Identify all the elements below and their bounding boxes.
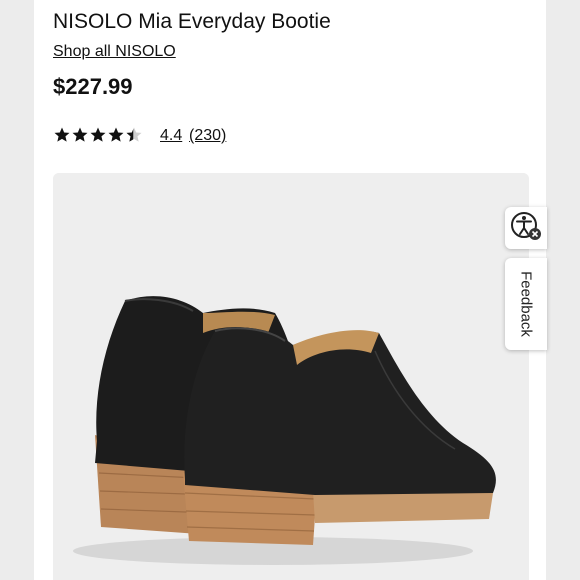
product-card: NISOLO Mia Everyday Bootie Shop all NISO… [34,0,546,580]
product-price: $227.99 [53,74,133,99]
star-icon [71,126,89,144]
rating-value-link[interactable]: 4.4 [160,127,182,145]
half-star-icon [125,126,143,144]
star-icon [89,126,107,144]
accessibility-icon [509,209,543,248]
star-icon [53,126,71,144]
review-count-link[interactable]: (230) [189,127,226,145]
rating-stars[interactable] [53,126,143,144]
feedback-label: Feedback [517,271,535,337]
shop-all-link[interactable]: Shop all NISOLO [53,43,176,61]
feedback-tab[interactable]: Feedback [505,258,547,350]
accessibility-button[interactable] [505,207,547,249]
product-image[interactable] [53,173,529,580]
star-icon [107,126,125,144]
product-title: NISOLO Mia Everyday Bootie [53,10,331,33]
